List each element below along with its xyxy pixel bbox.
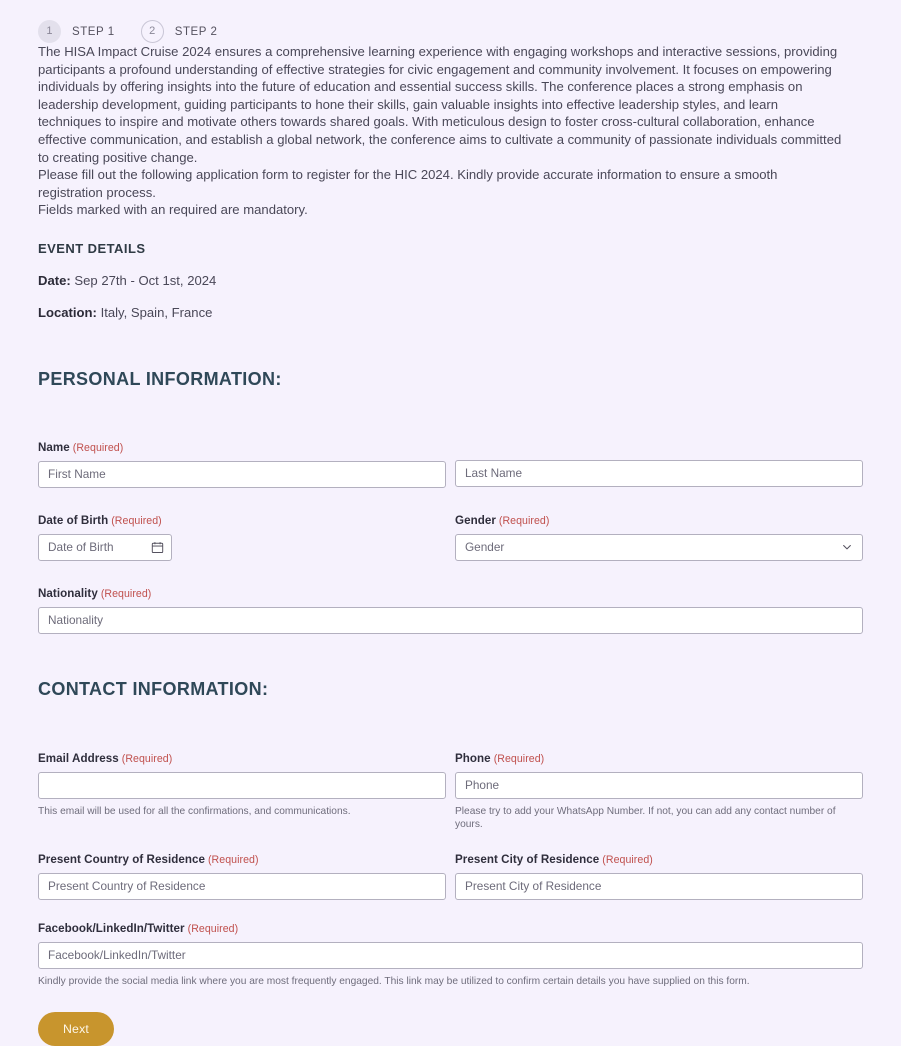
nationality-label: Nationality (Required): [38, 587, 863, 600]
gender-field: Gender (Required) Gender: [455, 514, 863, 561]
social-helper-text: Kindly provide the social media link whe…: [38, 975, 750, 987]
personal-information-heading: PERSONAL INFORMATION:: [38, 368, 282, 389]
event-location-line: Location: Italy, Spain, France: [38, 305, 863, 320]
step-2-label: STEP 2: [174, 25, 218, 38]
name-label: Name (Required): [38, 441, 446, 454]
name-required-tag: (Required): [72, 441, 124, 454]
event-location-value: Italy, Spain, France: [100, 304, 213, 320]
step-1-circle[interactable]: 1: [38, 20, 61, 43]
registration-form-page: 1 STEP 1 2 STEP 2 The HISA Impact Cruise…: [0, 0, 901, 1046]
phone-input[interactable]: [455, 771, 863, 799]
email-field: Email Address (Required) This email will …: [38, 752, 446, 831]
nationality-input[interactable]: [38, 606, 863, 634]
gender-label: Gender (Required): [455, 514, 863, 527]
country-field: Present Country of Residence (Required): [38, 853, 446, 900]
nationality-label-text: Nationality: [38, 586, 98, 600]
actions-row: Next: [38, 1011, 863, 1046]
event-date-line: Date: Sep 27th - Oct 1st, 2024: [38, 273, 863, 288]
instructions-paragraph: Please fill out the following applicatio…: [38, 167, 778, 200]
first-name-input[interactable]: [38, 460, 446, 488]
city-field: Present City of Residence (Required): [455, 853, 863, 900]
mandatory-note: Fields marked with an required are manda…: [38, 202, 308, 218]
next-button[interactable]: Next: [38, 1011, 114, 1046]
name-label-text: Name: [38, 440, 70, 454]
social-input[interactable]: [38, 941, 863, 969]
social-label-text: Facebook/LinkedIn/Twitter: [38, 921, 185, 935]
contact-information-form: Email Address (Required) This email will …: [38, 752, 863, 1046]
phone-field: Phone(Required) Please try to add your W…: [455, 752, 863, 831]
calendar-icon[interactable]: [151, 541, 164, 554]
email-label: Email Address (Required): [38, 752, 446, 765]
phone-helper-text: Please try to add your WhatsApp Number. …: [455, 805, 836, 830]
residence-row: Present Country of Residence (Required) P…: [38, 853, 863, 900]
email-required-tag: (Required): [121, 752, 173, 765]
nationality-required-tag: (Required): [100, 587, 152, 600]
phone-label: Phone (Required): [455, 752, 863, 765]
email-input[interactable]: [38, 771, 446, 799]
city-label-text: Present City of Residence: [455, 852, 600, 866]
event-date-label: Date:: [38, 272, 71, 288]
last-name-input[interactable]: [455, 459, 863, 487]
nationality-field: Nationality (Required): [38, 587, 863, 634]
city-label: Present City of Residence (Required): [455, 853, 863, 866]
date-of-birth-label-text: Date of Birth: [38, 513, 109, 527]
social-field: Facebook/LinkedIn/Twitter(Required) Kind…: [38, 922, 863, 988]
nationality-row: Nationality (Required): [38, 587, 863, 634]
date-of-birth-input[interactable]: Date of Birth: [38, 533, 172, 561]
email-phone-row: Email Address (Required) This email will …: [38, 752, 863, 831]
date-of-birth-label: Date of Birth (Required): [38, 514, 446, 527]
last-name-field: [455, 441, 863, 488]
personal-information-form: Name(Required) Date of Birth(Required) D…: [38, 441, 863, 634]
intro-paragraph: The HISA Impact Cruise 2024 ensures a co…: [38, 44, 842, 165]
date-of-birth-field: Date of Birth (Required) Date of Birth: [38, 514, 446, 561]
gender-required-tag: (Required): [498, 514, 550, 527]
country-input[interactable]: [38, 872, 446, 900]
gender-placeholder: Gender: [465, 540, 505, 555]
gender-label-text: Gender: [455, 513, 496, 527]
step-indicator: 1 STEP 1 2 STEP 2: [0, 0, 901, 43]
social-row: Facebook/LinkedIn/Twitter(Required) Kind…: [38, 922, 863, 988]
step-1[interactable]: 1 STEP 1: [38, 20, 115, 43]
email-helper-text: This email will be used for all the conf…: [38, 805, 351, 817]
gender-select[interactable]: Gender: [455, 533, 863, 561]
event-location-label: Location:: [38, 304, 97, 320]
event-date-value: Sep 27th - Oct 1st, 2024: [74, 272, 217, 288]
phone-label-text: Phone: [455, 751, 491, 765]
last-name-label-spacer: [455, 441, 863, 460]
city-input[interactable]: [455, 872, 863, 900]
country-label-text: Present Country of Residence: [38, 852, 205, 866]
social-label: Facebook/LinkedIn/Twitter (Required): [38, 922, 863, 935]
dob-gender-row: Date of Birth (Required) Date of Birth G…: [38, 514, 863, 561]
email-label-text: Email Address: [38, 751, 119, 765]
country-required-tag: (Required): [207, 853, 259, 866]
social-required-tag: (Required): [187, 922, 239, 935]
first-name-field: Name (Required): [38, 441, 446, 488]
name-row: Name (Required): [38, 441, 863, 488]
city-required-tag: (Required): [602, 853, 653, 866]
country-label: Present Country of Residence (Required): [38, 853, 446, 866]
step-2-circle[interactable]: 2: [140, 20, 164, 43]
phone-required-tag: (Required): [493, 752, 545, 765]
date-of-birth-placeholder: Date of Birth: [48, 540, 114, 555]
contact-information-heading: CONTACT INFORMATION:: [38, 678, 269, 699]
chevron-down-icon[interactable]: [841, 541, 853, 553]
step-1-label: STEP 1: [72, 25, 115, 38]
dob-required-tag: (Required): [111, 514, 162, 527]
step-2[interactable]: 2 STEP 2: [140, 20, 218, 43]
event-details-heading: EVENT DETAILS: [38, 240, 146, 256]
